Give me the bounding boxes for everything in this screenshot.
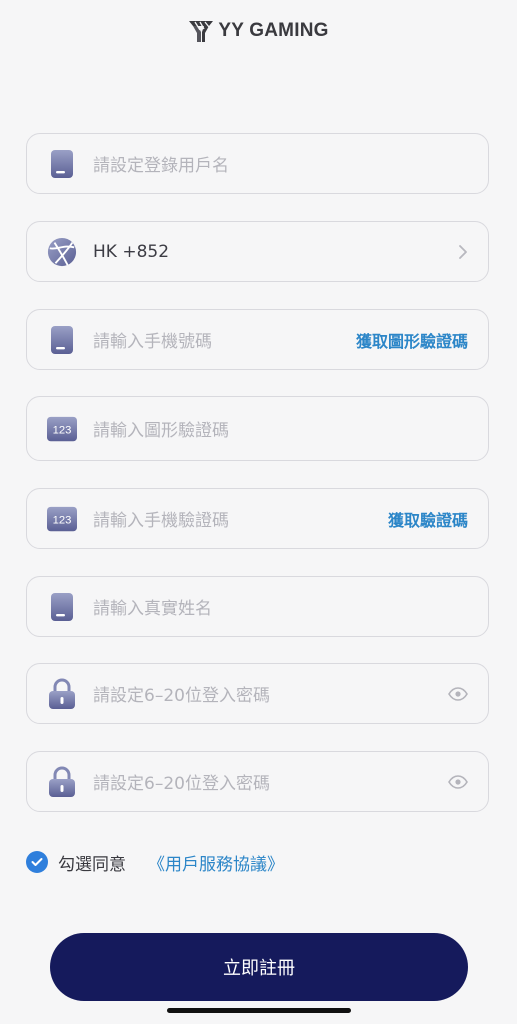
svg-text:123: 123	[53, 424, 72, 436]
region-select[interactable]: HK +852	[26, 221, 489, 282]
terms-link[interactable]: 《用戶服務協議》	[148, 850, 284, 875]
username-field[interactable]: 請設定登錄用戶名	[26, 133, 489, 194]
phone-card-icon	[47, 149, 77, 179]
real-name-input[interactable]: 請輸入真實姓名	[93, 594, 468, 619]
globe-icon	[47, 237, 77, 267]
eye-icon[interactable]	[448, 686, 468, 701]
sms-code-field[interactable]: 123 請輸入手機驗證碼 獲取驗證碼	[26, 488, 489, 549]
eye-icon[interactable]	[448, 774, 468, 789]
captcha-input[interactable]: 請輸入圖形驗證碼	[93, 416, 468, 441]
code-123-icon: 123	[47, 504, 77, 534]
chevron-right-icon	[458, 244, 468, 260]
phone-field[interactable]: 請輸入手機號碼 獲取圖形驗證碼	[26, 309, 489, 370]
sms-code-input[interactable]: 請輸入手機驗證碼	[93, 506, 388, 531]
home-indicator	[167, 1008, 351, 1013]
captcha-field[interactable]: 123 請輸入圖形驗證碼	[26, 396, 489, 461]
agreement-row: 勾選同意 《用戶服務協議》	[26, 848, 284, 876]
lock-icon	[47, 766, 77, 797]
phone-card-icon	[47, 592, 77, 622]
real-name-field[interactable]: 請輸入真實姓名	[26, 576, 489, 637]
agree-checkbox[interactable]	[26, 851, 48, 873]
region-value: HK +852	[93, 241, 170, 262]
get-sms-code-button[interactable]: 獲取驗證碼	[388, 507, 468, 531]
svg-text:123: 123	[53, 514, 72, 526]
phone-input[interactable]: 請輸入手機號碼	[93, 327, 356, 352]
yy-logo-icon	[189, 21, 214, 42]
agree-label: 勾選同意	[58, 854, 126, 875]
password-confirm-input[interactable]: 請設定6–20位登入密碼	[93, 769, 448, 794]
password-confirm-field[interactable]: 請設定6–20位登入密碼	[26, 751, 489, 812]
get-image-code-button[interactable]: 獲取圖形驗證碼	[356, 328, 468, 352]
lock-icon	[47, 678, 77, 709]
checkmark-icon	[31, 858, 43, 866]
password-field[interactable]: 請設定6–20位登入密碼	[26, 663, 489, 724]
register-button[interactable]: 立即註冊	[50, 933, 468, 1001]
phone-card-icon	[47, 325, 77, 355]
brand-name: YY GAMING	[218, 20, 329, 41]
brand-header: YY GAMING	[0, 18, 517, 44]
register-page: YY GAMING 請設定登錄用戶名 HK +852 請輸入手機號碼 獲取圖形驗…	[0, 0, 517, 1024]
password-input[interactable]: 請設定6–20位登入密碼	[93, 681, 448, 706]
username-input[interactable]: 請設定登錄用戶名	[93, 151, 468, 176]
code-123-icon: 123	[47, 414, 77, 444]
